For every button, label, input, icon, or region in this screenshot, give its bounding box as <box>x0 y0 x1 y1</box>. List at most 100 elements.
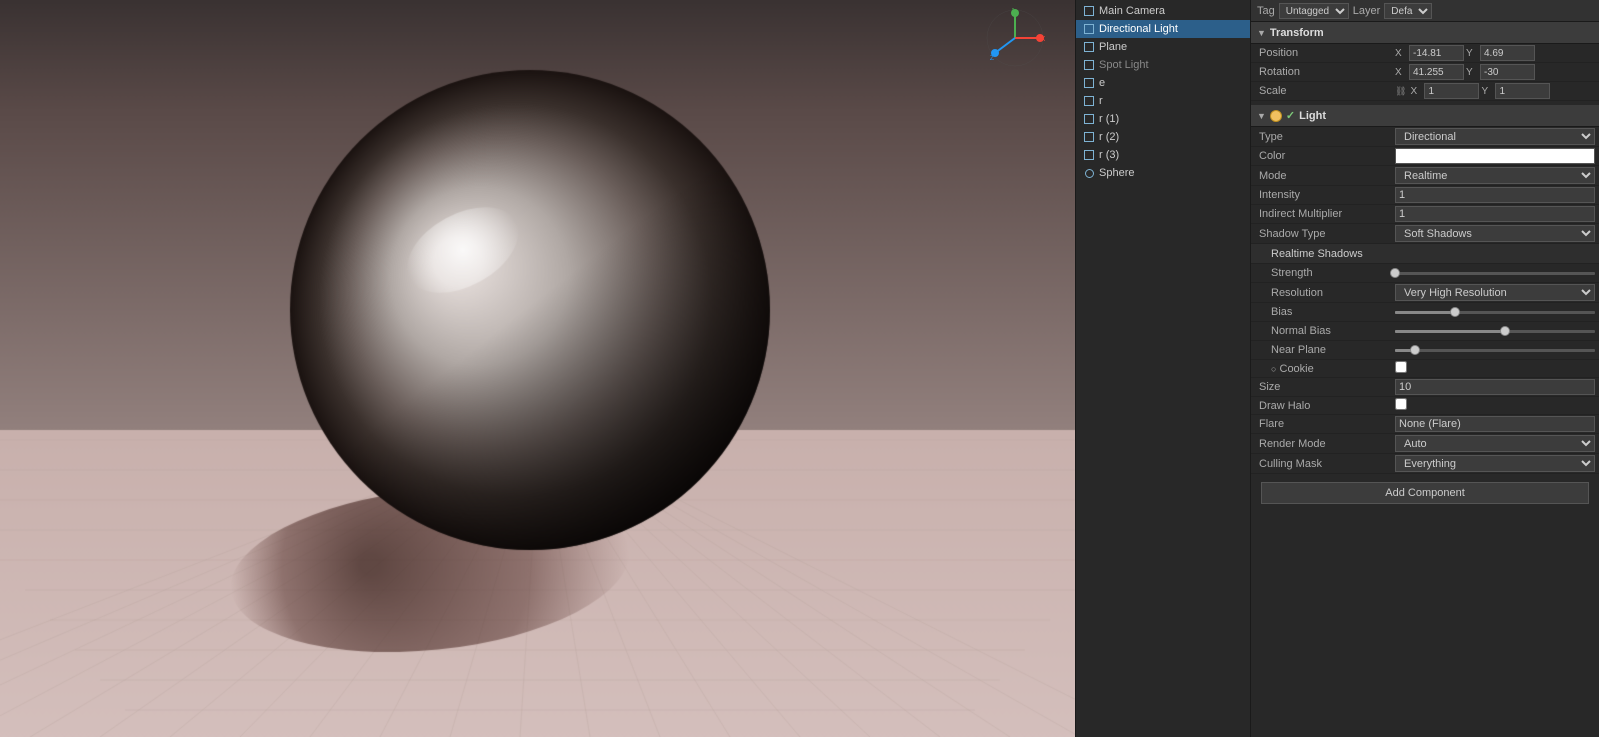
add-component-button[interactable]: Add Component <box>1261 482 1589 504</box>
light-render-mode-row: Render Mode Auto <box>1251 434 1599 454</box>
light-mode-dropdown[interactable]: Realtime <box>1395 167 1595 184</box>
position-fields: X Y <box>1395 45 1595 61</box>
light-draw-halo-value <box>1395 398 1595 413</box>
light-flare-label: Flare <box>1255 418 1395 430</box>
hierarchy-label-r: r <box>1099 95 1103 107</box>
light-near-plane-row: Near Plane <box>1251 341 1599 360</box>
transform-header[interactable]: ▼ Transform <box>1251 22 1599 44</box>
light-flare-input[interactable] <box>1395 416 1595 432</box>
light-size-row: Size <box>1251 378 1599 397</box>
light-bias-slider[interactable] <box>1395 304 1595 320</box>
scale-x-input[interactable] <box>1424 83 1479 99</box>
rotation-row: Rotation X Y <box>1251 63 1599 82</box>
hierarchy-label-sphere: Sphere <box>1099 167 1134 179</box>
light-shadow-type-dropdown[interactable]: Soft Shadows <box>1395 225 1595 242</box>
layer-label: Layer <box>1353 5 1381 17</box>
light-normal-bias-row: Normal Bias <box>1251 322 1599 341</box>
hierarchy-icon-spot-light <box>1082 58 1096 72</box>
light-bias-label: Bias <box>1255 306 1395 318</box>
light-indirect-label: Indirect Multiplier <box>1255 208 1395 220</box>
light-bias-row: Bias <box>1251 303 1599 322</box>
scene-gizmo[interactable]: Y X Z <box>985 8 1045 68</box>
realtime-shadows-label: Realtime Shadows <box>1259 248 1363 260</box>
light-draw-halo-label: Draw Halo <box>1255 400 1395 412</box>
hierarchy-icon-plane <box>1082 40 1096 54</box>
hierarchy-item-sphere[interactable]: Sphere <box>1076 164 1250 182</box>
hierarchy-icon-main-camera <box>1082 4 1096 18</box>
light-collapse-arrow: ▼ <box>1257 111 1266 121</box>
inspector-topbar: Tag Untagged Layer Defa <box>1251 0 1599 22</box>
scale-y-input[interactable] <box>1495 83 1550 99</box>
hierarchy-label-main-camera: Main Camera <box>1099 5 1165 17</box>
light-resolution-row: Resolution Very High Resolution <box>1251 283 1599 303</box>
cookie-circle-icon: ○ <box>1271 364 1276 374</box>
light-header[interactable]: ▼ ✓ Light <box>1251 105 1599 127</box>
light-strength-row: Strength <box>1251 264 1599 283</box>
scene-viewport[interactable]: Y X Z <box>0 0 1075 737</box>
light-shadow-type-row: Shadow Type Soft Shadows <box>1251 224 1599 244</box>
svg-text:Z: Z <box>990 55 995 62</box>
light-enabled-check[interactable]: ✓ <box>1286 109 1295 122</box>
position-row: Position X Y <box>1251 44 1599 63</box>
light-draw-halo-row: Draw Halo <box>1251 397 1599 415</box>
tag-dropdown[interactable]: Untagged <box>1279 3 1349 19</box>
rotation-x-input[interactable] <box>1409 64 1464 80</box>
position-y-input[interactable] <box>1480 45 1535 61</box>
light-cookie-checkbox[interactable] <box>1395 361 1407 373</box>
tag-label: Tag <box>1257 5 1275 17</box>
light-color-label: Color <box>1255 150 1395 162</box>
rotation-x-field: X <box>1395 64 1464 80</box>
light-type-dropdown[interactable]: Directional <box>1395 128 1595 145</box>
light-strength-slider[interactable] <box>1395 265 1595 281</box>
hierarchy-icon-r <box>1082 94 1096 108</box>
position-y-label: Y <box>1466 48 1478 59</box>
hierarchy-item-directional-light[interactable]: Directional Light <box>1076 20 1250 38</box>
light-mode-value: Realtime <box>1395 167 1595 184</box>
scale-y-field: Y <box>1481 83 1550 99</box>
hierarchy-item-r1[interactable]: r (1) <box>1076 110 1250 128</box>
realtime-shadows-header: Realtime Shadows <box>1251 244 1599 264</box>
light-intensity-row: Intensity <box>1251 186 1599 205</box>
hierarchy-icon-e <box>1082 76 1096 90</box>
rotation-x-label: X <box>1395 67 1407 78</box>
hierarchy-icon-r1 <box>1082 112 1096 126</box>
scale-y-label: Y <box>1481 86 1493 97</box>
position-y-field: Y <box>1466 45 1535 61</box>
light-resolution-dropdown[interactable]: Very High Resolution <box>1395 284 1595 301</box>
light-intensity-input[interactable] <box>1395 187 1595 203</box>
light-render-mode-value: Auto <box>1395 435 1595 452</box>
light-draw-halo-checkbox[interactable] <box>1395 398 1407 410</box>
light-color-swatch[interactable] <box>1395 148 1595 164</box>
light-render-mode-label: Render Mode <box>1255 438 1395 450</box>
light-near-plane-slider[interactable] <box>1395 342 1595 358</box>
light-cookie-value <box>1395 361 1595 376</box>
light-flare-row: Flare <box>1251 415 1599 434</box>
hierarchy-item-r3[interactable]: r (3) <box>1076 146 1250 164</box>
rotation-label: Rotation <box>1255 66 1395 78</box>
light-intensity-value <box>1395 187 1595 203</box>
light-size-input[interactable] <box>1395 379 1595 395</box>
scale-link-icon: ⛓ <box>1395 86 1406 97</box>
rotation-y-field: Y <box>1466 64 1535 80</box>
hierarchy-icon-directional-light <box>1082 22 1096 36</box>
hierarchy-item-r[interactable]: r <box>1076 92 1250 110</box>
light-strength-label: Strength <box>1255 267 1395 279</box>
hierarchy-item-main-camera[interactable]: Main Camera <box>1076 2 1250 20</box>
light-render-mode-dropdown[interactable]: Auto <box>1395 435 1595 452</box>
light-normal-bias-slider[interactable] <box>1395 323 1595 339</box>
hierarchy-item-r2[interactable]: r (2) <box>1076 128 1250 146</box>
rotation-y-input[interactable] <box>1480 64 1535 80</box>
light-culling-mask-dropdown[interactable]: Everything <box>1395 455 1595 472</box>
light-cookie-label: ○ Cookie <box>1255 363 1395 375</box>
position-x-input[interactable] <box>1409 45 1464 61</box>
hierarchy-item-e[interactable]: e <box>1076 74 1250 92</box>
light-type-value: Directional <box>1395 128 1595 145</box>
light-indirect-input[interactable] <box>1395 206 1595 222</box>
scale-fields: ⛓ X Y <box>1395 83 1595 99</box>
hierarchy-label-r2: r (2) <box>1099 131 1119 143</box>
hierarchy-item-plane[interactable]: Plane <box>1076 38 1250 56</box>
hierarchy-item-spot-light[interactable]: Spot Light <box>1076 56 1250 74</box>
hierarchy-label-directional-light: Directional Light <box>1099 23 1178 35</box>
layer-dropdown[interactable]: Defa <box>1384 3 1432 19</box>
light-mode-row: Mode Realtime <box>1251 166 1599 186</box>
